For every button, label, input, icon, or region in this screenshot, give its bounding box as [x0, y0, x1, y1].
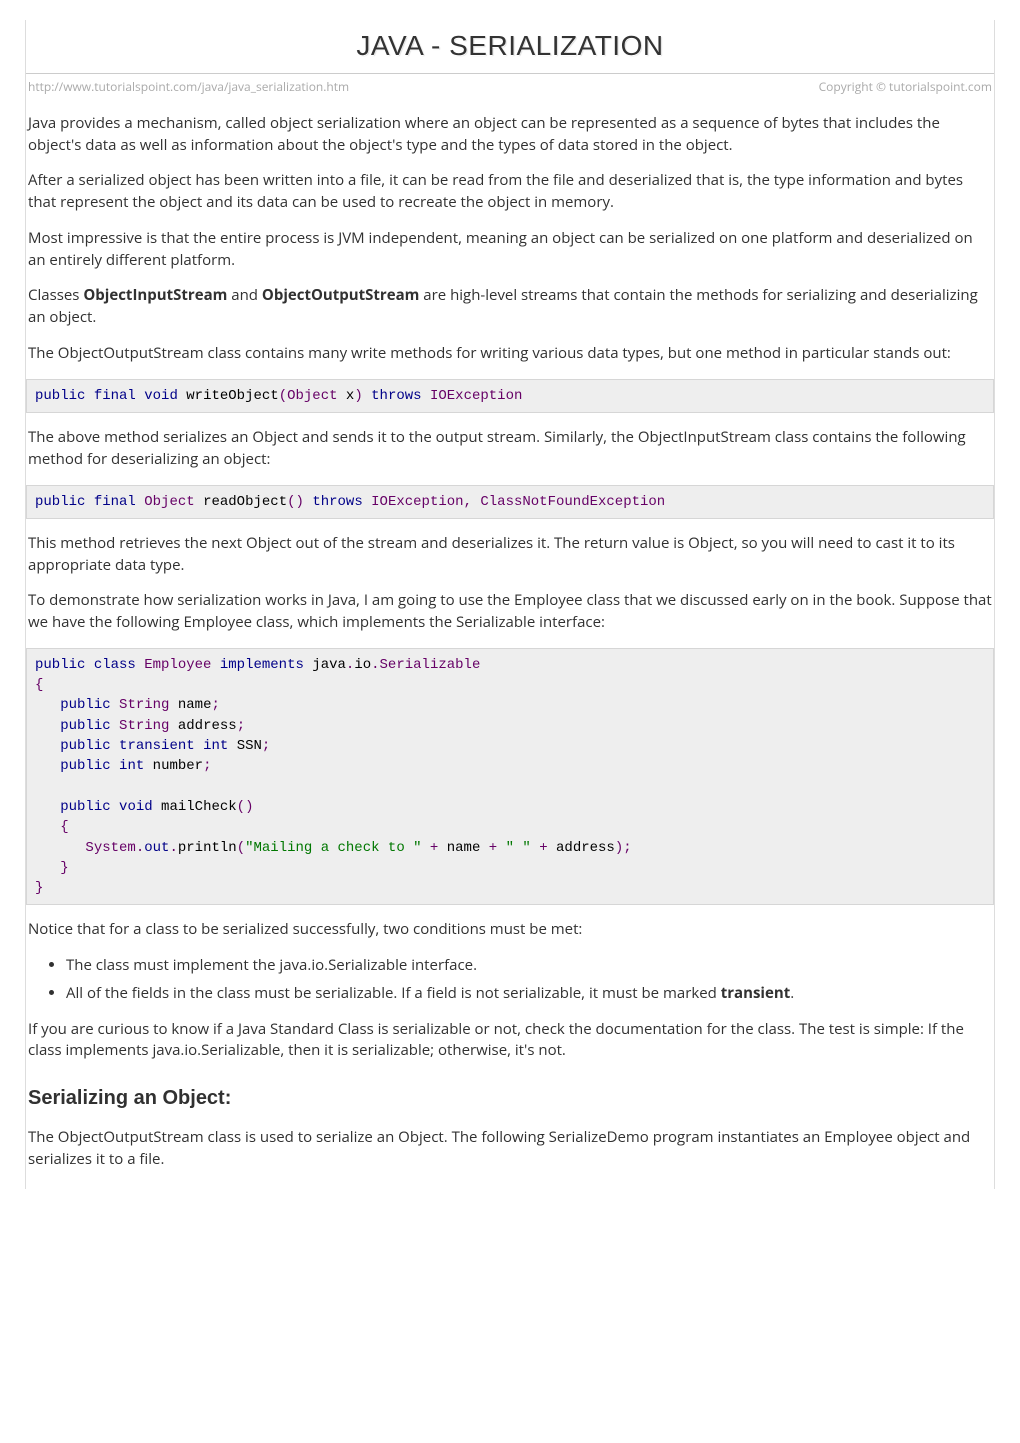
- code-readobject: public final Object readObject() throws …: [26, 485, 994, 519]
- kw-final: final: [94, 494, 136, 510]
- semi: ;: [211, 697, 219, 713]
- kw-public: public: [60, 697, 110, 713]
- field-name: name: [169, 697, 211, 713]
- bullet-text: The class must implement the java.io.Ser…: [66, 955, 477, 975]
- type-ioexception: IOException: [371, 494, 463, 510]
- str-mailing: "Mailing a check to ": [245, 840, 421, 856]
- article-container: JAVA - SERIALIZATION http://www.tutorial…: [25, 20, 995, 1189]
- kw-public: public: [60, 758, 110, 774]
- lparen: (: [287, 494, 295, 510]
- brace-open: {: [35, 677, 43, 693]
- classname-oos: ObjectOutputStream: [262, 285, 420, 305]
- paragraph-this-method: This method retrieves the next Object ou…: [28, 533, 992, 577]
- kw-public: public: [60, 718, 110, 734]
- field-number: number: [144, 758, 203, 774]
- arg-x: x: [338, 388, 355, 404]
- kw-transient-bold: transient: [721, 983, 791, 1003]
- type-ioexception: IOException: [430, 388, 522, 404]
- var-name: name: [447, 840, 481, 856]
- kw-void: void: [144, 388, 178, 404]
- rparen-semi: );: [615, 840, 632, 856]
- paragraph-curious: If you are curious to know if a Java Sta…: [28, 1019, 992, 1063]
- kw-void: void: [119, 799, 153, 815]
- kw-int: int: [203, 738, 228, 754]
- kw-implements: implements: [220, 657, 304, 673]
- paragraph-classes: Classes ObjectInputStream and ObjectOutp…: [28, 285, 992, 329]
- field-address: address: [169, 718, 236, 734]
- kw-throws: throws: [371, 388, 421, 404]
- lparen: (: [237, 840, 245, 856]
- type-cnfexception: ClassNotFoundException: [480, 494, 665, 510]
- kw-public: public: [60, 799, 110, 815]
- paragraph-intro: Java provides a mechanism, called object…: [28, 113, 992, 157]
- kw-public: public: [60, 738, 110, 754]
- copyright-text: Copyright © tutorialspoint.com: [819, 78, 992, 95]
- page-title: JAVA - SERIALIZATION: [26, 20, 994, 74]
- list-item: The class must implement the java.io.Ser…: [66, 955, 992, 977]
- plus: +: [422, 840, 447, 856]
- pkg-java: java: [312, 657, 346, 673]
- type-object: Object: [287, 388, 337, 404]
- code-employee: public class Employee implements java.io…: [26, 648, 994, 906]
- brace-close: }: [35, 880, 43, 896]
- meta-row: http://www.tutorialspoint.com/java/java_…: [26, 78, 994, 99]
- bullet-text: All of the fields in the class must be s…: [66, 983, 721, 1003]
- fn-mailcheck: mailCheck: [153, 799, 237, 815]
- paragraph-jvm-independent: Most impressive is that the entire proce…: [28, 228, 992, 272]
- kw-throws: throws: [312, 494, 362, 510]
- plus: +: [531, 840, 556, 856]
- type-string: String: [119, 697, 169, 713]
- rparen: ): [296, 494, 304, 510]
- dot: .: [371, 657, 379, 673]
- semi: ;: [203, 758, 211, 774]
- class-system: System: [85, 840, 135, 856]
- paragraph-above-method: The above method serializes an Object an…: [28, 427, 992, 471]
- kw-public: public: [35, 388, 85, 404]
- type-object: Object: [144, 494, 194, 510]
- iface-serializable: Serializable: [380, 657, 481, 673]
- paragraph-deserialize: After a serialized object has been writt…: [28, 170, 992, 214]
- brace-open: {: [60, 819, 68, 835]
- dot: .: [169, 840, 177, 856]
- kw-transient: transient: [119, 738, 195, 754]
- fn-writeobject: writeObject: [186, 388, 278, 404]
- bullet-text: .: [790, 983, 794, 1003]
- source-url[interactable]: http://www.tutorialspoint.com/java/java_…: [28, 78, 349, 95]
- var-address: address: [556, 840, 615, 856]
- brace-close: }: [60, 860, 68, 876]
- field-ssn: SSN: [228, 738, 262, 754]
- conditions-list: The class must implement the java.io.Ser…: [48, 955, 992, 1005]
- heading-serializing: Serializing an Object:: [28, 1084, 992, 1113]
- kw-final: final: [94, 388, 136, 404]
- kw-public: public: [35, 657, 85, 673]
- plus: +: [480, 840, 505, 856]
- semi: ;: [237, 718, 245, 734]
- type-string: String: [119, 718, 169, 734]
- paragraph-serializing: The ObjectOutputStream class is used to …: [28, 1127, 992, 1171]
- parens: (): [237, 799, 254, 815]
- kw-public: public: [35, 494, 85, 510]
- text: Classes: [28, 285, 83, 305]
- kw-int: int: [119, 758, 144, 774]
- text: and: [227, 285, 262, 305]
- fn-readobject: readObject: [203, 494, 287, 510]
- lparen: (: [279, 388, 287, 404]
- comma: ,: [464, 494, 472, 510]
- field-out: out: [144, 840, 169, 856]
- pkg-io: io: [354, 657, 371, 673]
- paragraph-notice: Notice that for a class to be serialized…: [28, 919, 992, 941]
- str-space: " ": [506, 840, 531, 856]
- code-writeobject: public final void writeObject(Object x) …: [26, 379, 994, 413]
- list-item: All of the fields in the class must be s…: [66, 983, 992, 1005]
- kw-class: class: [94, 657, 136, 673]
- semi: ;: [262, 738, 270, 754]
- fn-println: println: [178, 840, 237, 856]
- classname-employee: Employee: [144, 657, 211, 673]
- rparen: ): [354, 388, 362, 404]
- paragraph-write-methods: The ObjectOutputStream class contains ma…: [28, 343, 992, 365]
- paragraph-to-demo: To demonstrate how serialization works i…: [28, 590, 992, 634]
- dot: .: [136, 840, 144, 856]
- classname-ois: ObjectInputStream: [83, 285, 227, 305]
